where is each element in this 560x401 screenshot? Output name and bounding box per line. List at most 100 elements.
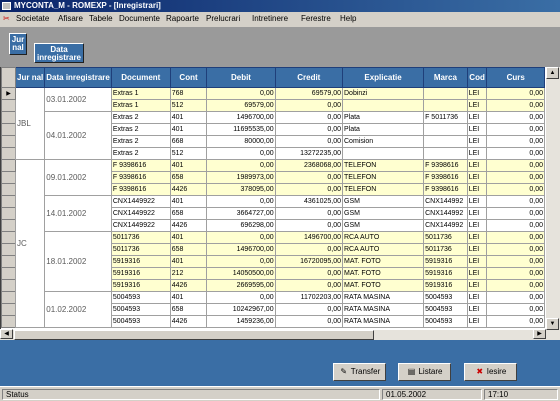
explicatie-cell[interactable]: MAT. FOTO <box>341 255 425 268</box>
system-menu-icon[interactable]: ✂ <box>3 15 11 23</box>
explicatie-cell[interactable]: GSM <box>341 207 425 220</box>
marca-cell[interactable]: CNX144992 <box>423 207 468 220</box>
row-indicator[interactable] <box>1 147 17 160</box>
document-cell[interactable]: Extras 1 <box>110 87 171 100</box>
cont-cell[interactable]: 401 <box>169 195 208 208</box>
explicatie-cell[interactable]: GSM <box>341 195 425 208</box>
debit-cell[interactable]: 80000,00 <box>206 135 276 148</box>
cont-cell[interactable]: 4426 <box>169 279 208 292</box>
cont-cell[interactable]: 668 <box>169 135 208 148</box>
debit-cell[interactable]: 0,00 <box>206 87 276 100</box>
cont-cell[interactable]: 401 <box>169 111 208 124</box>
menu-intretinere[interactable]: Intretinere <box>252 12 288 26</box>
cod-cell[interactable]: LEI <box>466 147 488 160</box>
credit-cell[interactable]: 69579,00 <box>274 87 344 100</box>
menu-help[interactable]: Help <box>340 12 356 26</box>
menu-ferestre[interactable]: Ferestre <box>301 12 331 26</box>
horizontal-scroll-thumb[interactable] <box>14 330 374 340</box>
cont-cell[interactable]: 401 <box>169 255 208 268</box>
explicatie-cell[interactable]: RCA AUTO <box>341 243 425 256</box>
cod-cell[interactable]: LEI <box>466 183 488 196</box>
table-row[interactable]: 18.01.2002 5011736 401 0,00 1496700,00 RCA AU… <box>1 231 545 292</box>
curs-cell[interactable]: 0,00 <box>486 171 545 184</box>
document-cell[interactable]: CNX1449922 <box>110 195 171 208</box>
cont-cell[interactable]: 4426 <box>169 183 208 196</box>
cont-cell[interactable]: 401 <box>169 231 208 244</box>
document-cell[interactable]: 5004593 <box>110 291 171 304</box>
debit-cell[interactable]: 1459236,00 <box>206 315 276 328</box>
menu-afisare[interactable]: Afisare <box>58 12 83 26</box>
credit-cell[interactable]: 0,00 <box>274 183 344 196</box>
document-cell[interactable]: F 9398616 <box>110 183 171 196</box>
debit-cell[interactable]: 378095,00 <box>206 183 276 196</box>
menu-prelucrari[interactable]: Prelucrari <box>206 12 240 26</box>
col-marca-header[interactable]: Marca <box>423 67 468 88</box>
document-cell[interactable]: F 9398616 <box>110 159 171 172</box>
document-cell[interactable]: CNX1449922 <box>110 207 171 220</box>
cod-cell[interactable]: LEI <box>466 267 488 280</box>
cont-cell[interactable]: 768 <box>169 87 208 100</box>
marca-cell[interactable]: 5004593 <box>423 291 468 304</box>
credit-cell[interactable]: 4361025,00 <box>274 195 344 208</box>
document-cell[interactable]: F 9398616 <box>110 171 171 184</box>
cod-cell[interactable]: LEI <box>466 291 488 304</box>
cont-cell[interactable]: 212 <box>169 267 208 280</box>
curs-cell[interactable]: 0,00 <box>486 291 545 304</box>
cod-cell[interactable]: LEI <box>466 207 488 220</box>
explicatie-cell[interactable]: GSM <box>341 219 425 232</box>
marca-cell[interactable]: 5919316 <box>423 267 468 280</box>
document-cell[interactable]: Extras 2 <box>110 147 171 160</box>
credit-cell[interactable]: 1496700,00 <box>274 231 344 244</box>
curs-cell[interactable]: 0,00 <box>486 279 545 292</box>
cont-cell[interactable]: 401 <box>169 123 208 136</box>
listare-button[interactable]: ▤ Listare <box>398 363 451 381</box>
document-cell[interactable]: 5004593 <box>110 315 171 328</box>
row-indicator[interactable] <box>1 159 17 172</box>
curs-cell[interactable]: 0,00 <box>486 183 545 196</box>
credit-cell[interactable]: 0,00 <box>274 279 344 292</box>
row-indicator[interactable] <box>1 219 17 232</box>
document-cell[interactable]: 5919316 <box>110 267 171 280</box>
document-cell[interactable]: 5004593 <box>110 303 171 316</box>
row-indicator[interactable] <box>1 183 17 196</box>
marca-cell[interactable]: F 9398616 <box>423 183 468 196</box>
debit-cell[interactable]: 0,00 <box>206 231 276 244</box>
row-indicator[interactable] <box>1 243 17 256</box>
credit-cell[interactable]: 0,00 <box>274 303 344 316</box>
marca-cell[interactable]: 5011736 <box>423 231 468 244</box>
curs-cell[interactable]: 0,00 <box>486 135 545 148</box>
table-row[interactable]: JC 09.01.2002 F 9398616 401 0,00 2368068,00 TE… <box>1 159 545 328</box>
curs-cell[interactable]: 0,00 <box>486 207 545 220</box>
marca-cell[interactable] <box>423 135 468 148</box>
cont-cell[interactable]: 658 <box>169 207 208 220</box>
explicatie-cell[interactable]: TELEFON <box>341 183 425 196</box>
curs-cell[interactable]: 0,00 <box>486 99 545 112</box>
debit-cell[interactable]: 696298,00 <box>206 219 276 232</box>
marca-cell[interactable]: CNX144992 <box>423 219 468 232</box>
table-row[interactable]: 01.02.2002 5004593 401 0,00 11702203,00 RATA … <box>1 291 545 328</box>
cod-cell[interactable]: LEI <box>466 219 488 232</box>
row-indicator[interactable] <box>1 255 17 268</box>
cont-cell[interactable]: 512 <box>169 99 208 112</box>
debit-cell[interactable]: 11695535,00 <box>206 123 276 136</box>
credit-cell[interactable]: 2368068,00 <box>274 159 344 172</box>
debit-cell[interactable]: 14050500,00 <box>206 267 276 280</box>
cod-cell[interactable]: LEI <box>466 279 488 292</box>
group-data-button[interactable]: Data inregistrare <box>34 43 84 63</box>
document-cell[interactable]: CNX1449922 <box>110 219 171 232</box>
credit-cell[interactable]: 0,00 <box>274 207 344 220</box>
cod-cell[interactable]: LEI <box>466 99 488 112</box>
document-cell[interactable]: Extras 2 <box>110 123 171 136</box>
curs-cell[interactable]: 0,00 <box>486 111 545 124</box>
row-indicator[interactable] <box>1 279 17 292</box>
cod-cell[interactable]: LEI <box>466 159 488 172</box>
debit-cell[interactable]: 69579,00 <box>206 99 276 112</box>
cod-cell[interactable]: LEI <box>466 243 488 256</box>
explicatie-cell[interactable] <box>341 99 425 112</box>
col-cont-header[interactable]: Cont <box>169 67 208 88</box>
col-credit-header[interactable]: Credit <box>274 67 344 88</box>
row-indicator[interactable] <box>1 111 17 124</box>
credit-cell[interactable]: 0,00 <box>274 111 344 124</box>
curs-cell[interactable]: 0,00 <box>486 147 545 160</box>
explicatie-cell[interactable]: TELEFON <box>341 159 425 172</box>
